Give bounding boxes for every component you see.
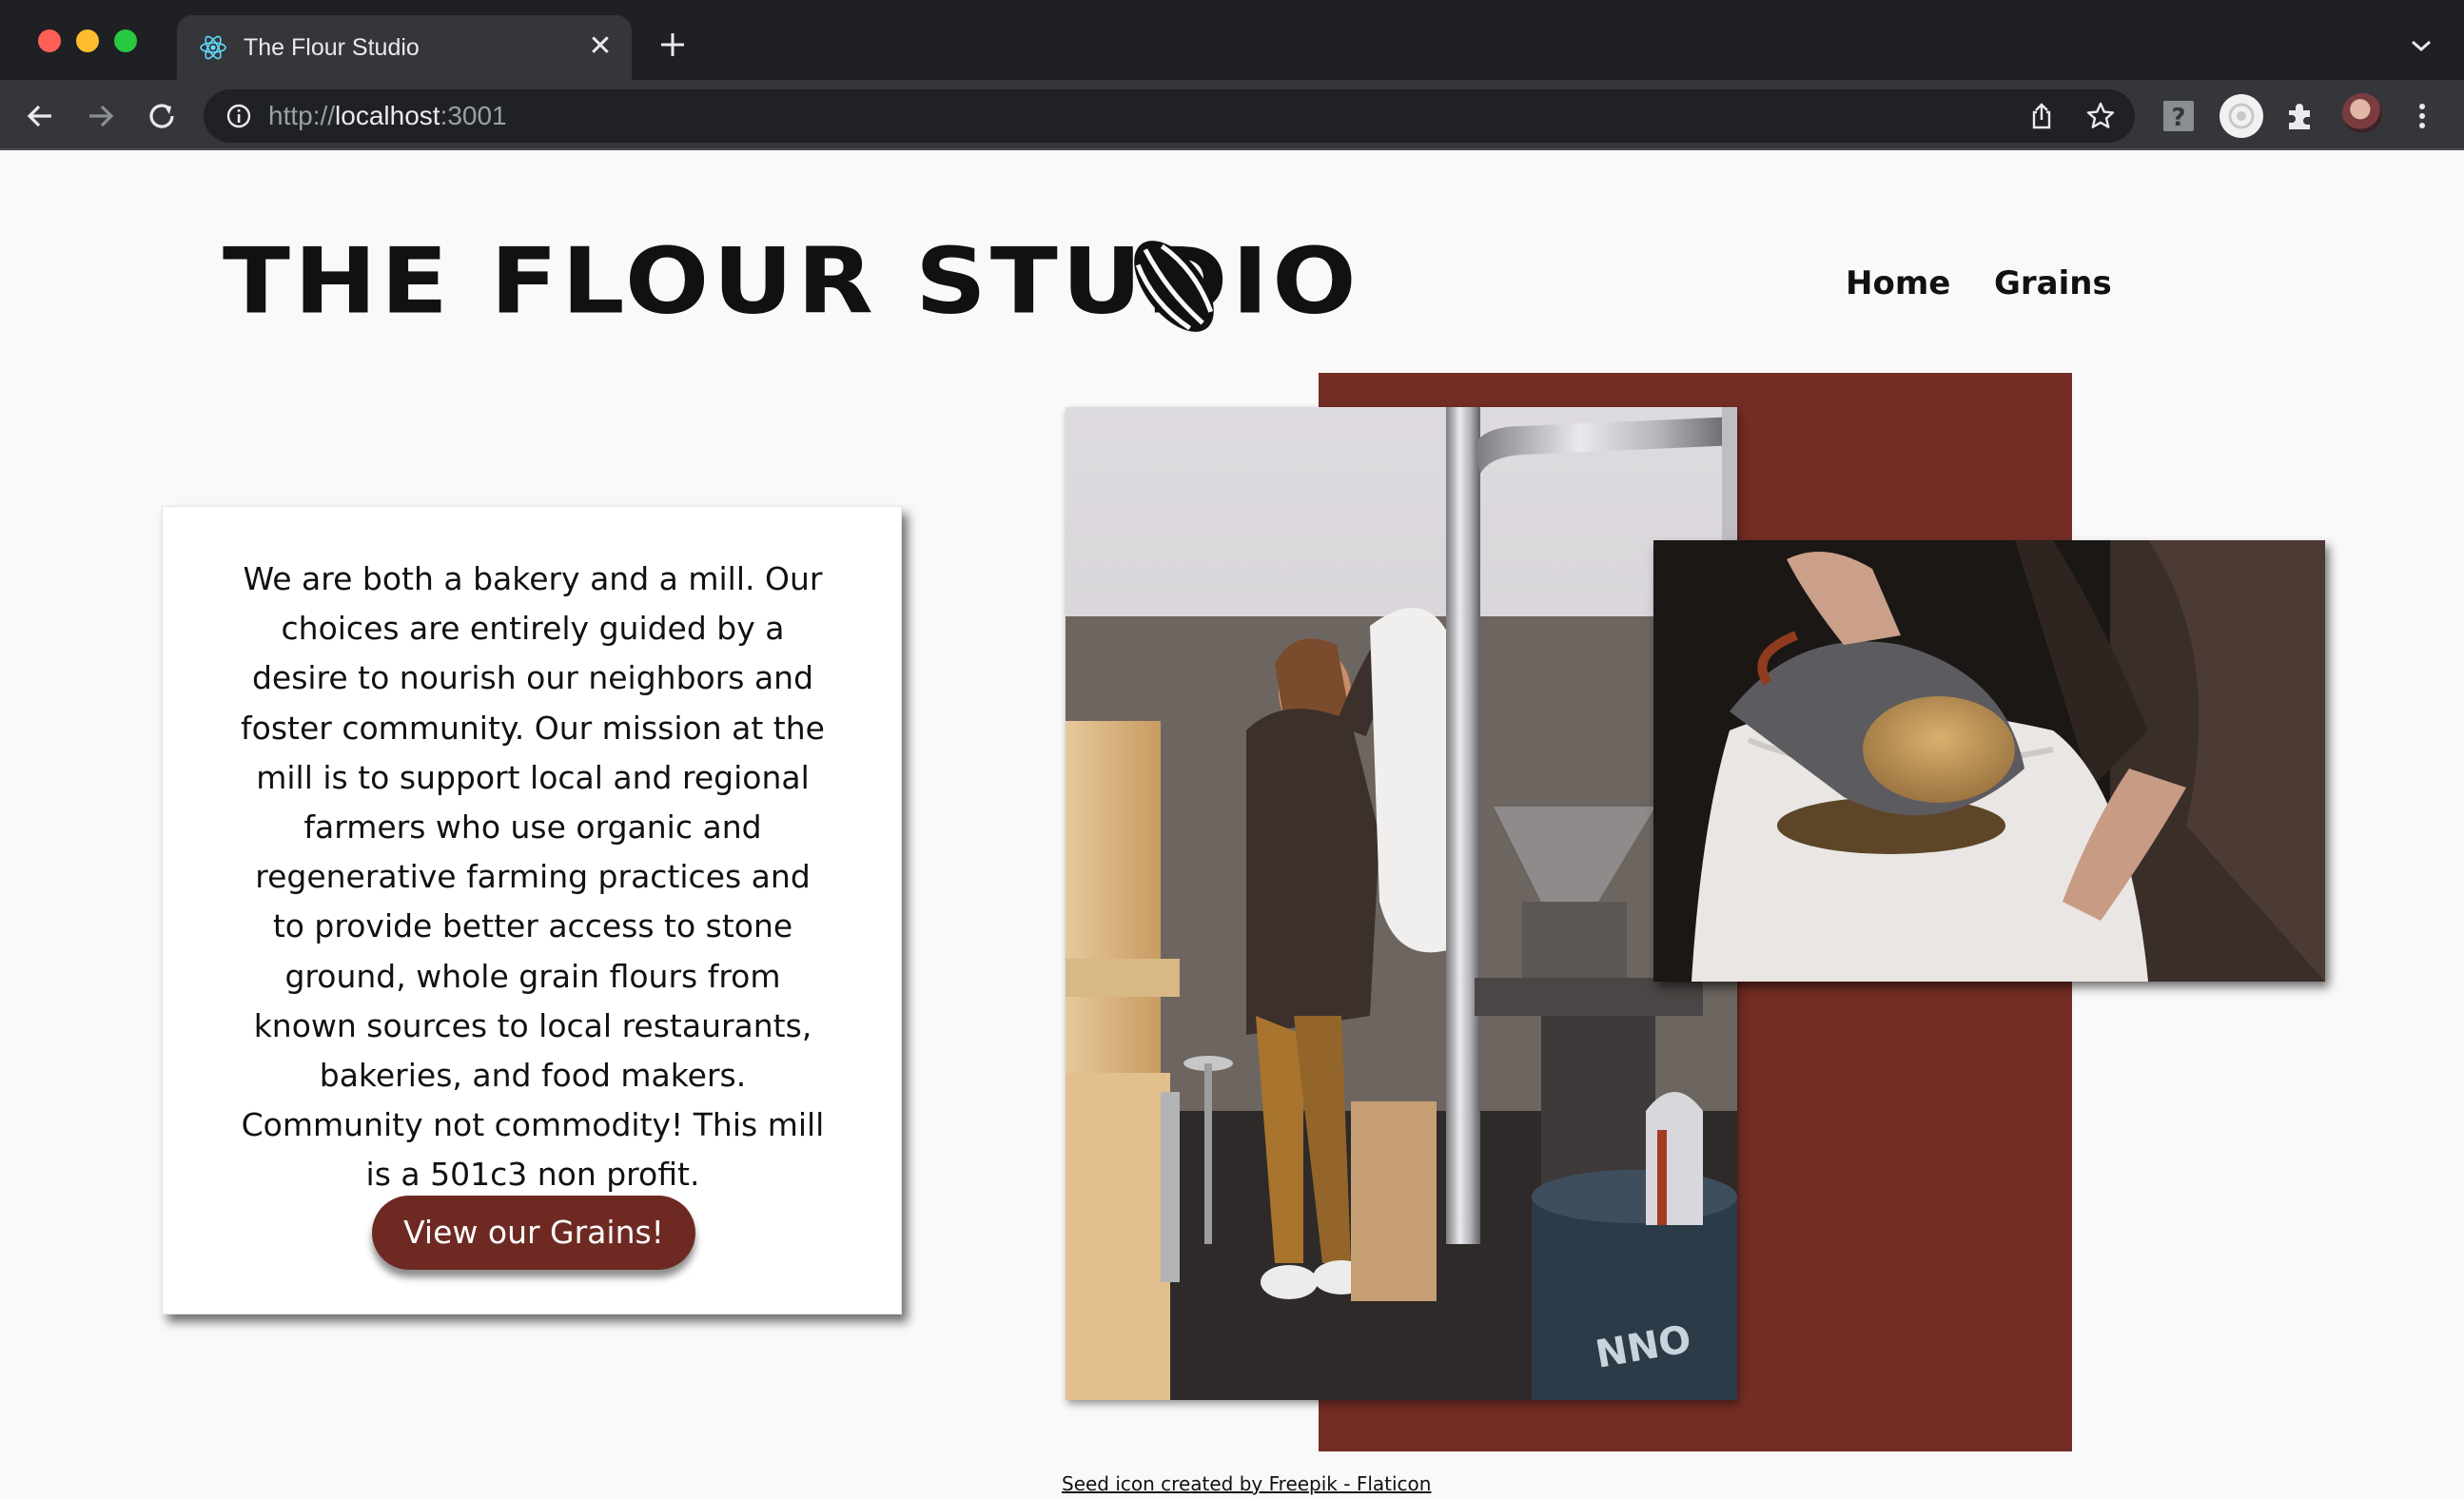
svg-text:?: ? [2171, 104, 2185, 132]
seed-icon-credit-link[interactable]: Seed icon created by Freepik - Flaticon [1062, 1472, 1431, 1495]
nav-grains-link[interactable]: Grains [1994, 264, 2112, 302]
url-port: :3001 [440, 101, 507, 130]
tab-menu-chevron-icon[interactable] [2407, 34, 2435, 57]
tab-close-icon[interactable]: ✕ [584, 30, 616, 63]
tab-title: The Flour Studio [244, 34, 420, 61]
react-favicon [200, 35, 226, 60]
puzzle-extensions-icon[interactable] [2281, 97, 2319, 135]
url-scheme: http:// [268, 101, 336, 130]
bookmark-star-icon[interactable] [2085, 101, 2116, 131]
back-arrow-icon[interactable] [21, 97, 59, 135]
share-icon[interactable] [2026, 101, 2057, 131]
url-host: localhost [335, 101, 440, 130]
extension-help-icon[interactable]: ? [2160, 97, 2198, 135]
site-info-icon[interactable] [225, 102, 253, 130]
browser-tabstrip: The Flour Studio ✕ [0, 0, 2464, 80]
profile-avatar[interactable] [2342, 93, 2382, 133]
browser-tab[interactable]: The Flour Studio ✕ [177, 15, 632, 80]
forward-arrow-icon[interactable] [82, 97, 120, 135]
reload-icon[interactable] [143, 97, 181, 135]
window-minimize-button[interactable] [76, 29, 99, 52]
address-bar[interactable]: http://localhost:3001 [204, 89, 2135, 143]
view-grains-button[interactable]: View our Grains! [372, 1196, 695, 1270]
grain-photo [1653, 540, 2325, 982]
about-card: We are both a bakery and a mill. Our cho… [162, 506, 902, 1314]
window-close-button[interactable] [38, 29, 61, 52]
about-text: We are both a bakery and a mill. Our cho… [241, 560, 825, 1194]
url-text[interactable]: http://localhost:3001 [268, 101, 507, 131]
browser-toolbar: http://localhost:3001 ? [0, 80, 2464, 150]
mill-photo: NNO [1066, 407, 1737, 1400]
grain-photo-illustration [1653, 540, 2325, 982]
more-menu-icon[interactable] [2403, 97, 2441, 135]
page-viewport: THE FLOUR STUDIO Home Grains We are both… [0, 150, 2464, 1499]
nav-home-link[interactable]: Home [1846, 264, 1950, 302]
window-zoom-button[interactable] [114, 29, 137, 52]
extension-circle-icon[interactable] [2219, 93, 2264, 139]
seed-icon [1134, 241, 1214, 332]
new-tab-icon[interactable] [656, 29, 689, 61]
mill-photo-illustration: NNO [1066, 407, 1737, 1400]
